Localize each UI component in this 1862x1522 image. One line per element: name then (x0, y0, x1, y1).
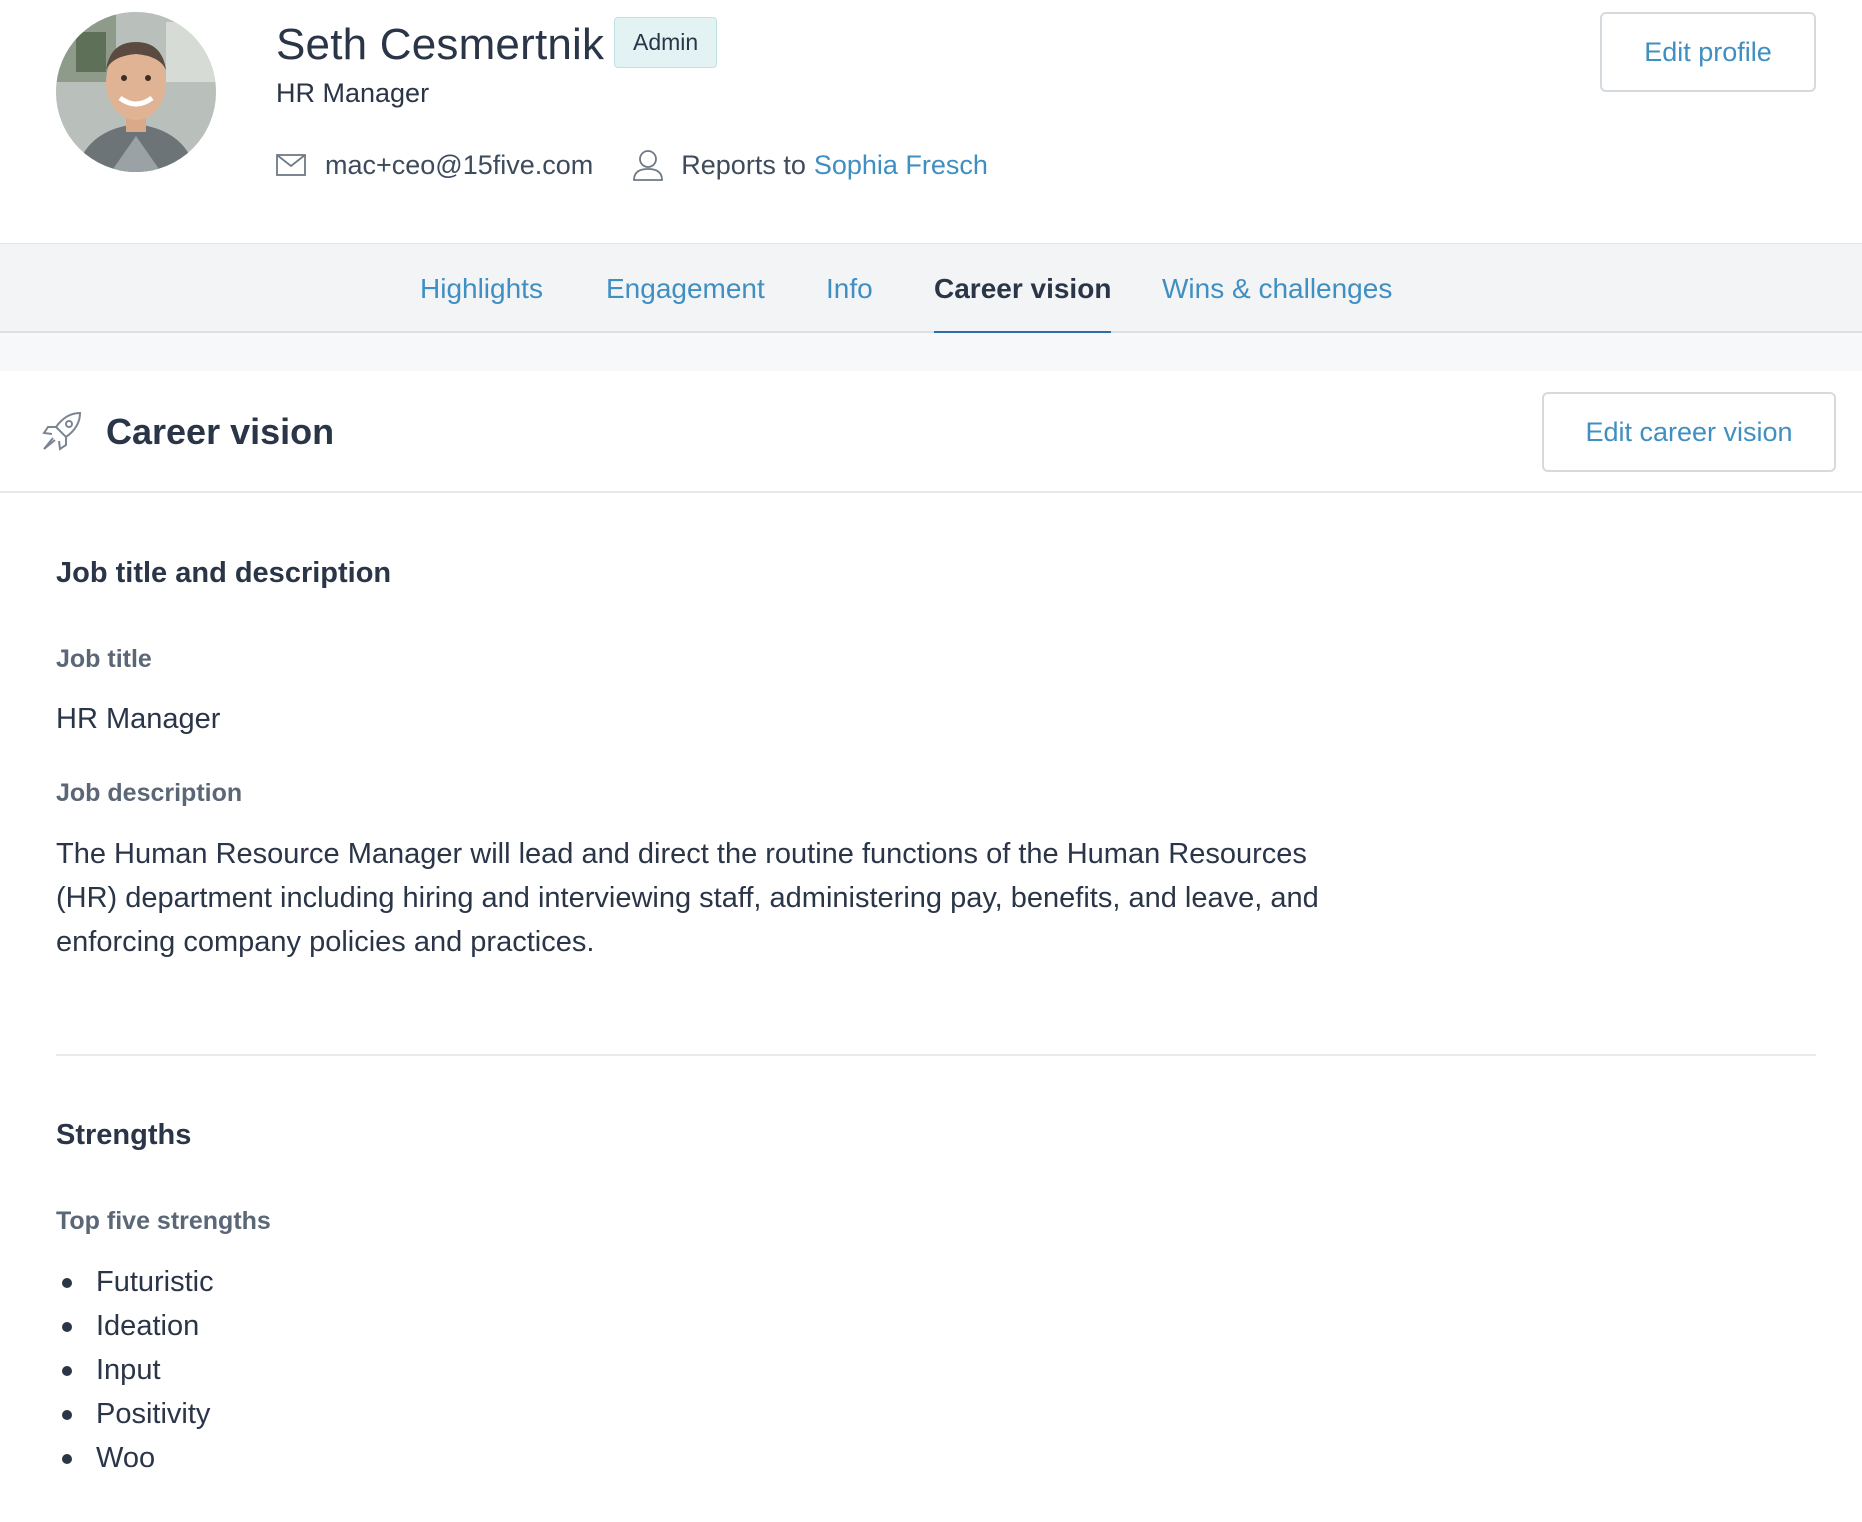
tab-engagement[interactable]: Engagement (606, 244, 765, 333)
person-icon (633, 149, 664, 181)
tab-highlights[interactable]: Highlights (420, 244, 543, 333)
mail-icon (276, 154, 306, 176)
strength-item: Positivity (56, 1392, 214, 1436)
edit-profile-button[interactable]: Edit profile (1600, 12, 1816, 92)
manager-link[interactable]: Sophia Fresch (814, 150, 988, 181)
profile-header: Seth Cesmertnik Admin HR Manager mac+ceo… (0, 0, 1862, 243)
strengths-label: Top five strengths (56, 1207, 271, 1235)
strength-item: Futuristic (56, 1260, 214, 1304)
section-title: Career vision (106, 411, 335, 452)
reports-to-label: Reports to (681, 149, 806, 180)
profile-name: Seth Cesmertnik (276, 20, 605, 69)
job-description-label: Job description (56, 779, 243, 807)
edit-career-vision-button[interactable]: Edit career vision (1542, 392, 1836, 472)
strength-item: Input (56, 1348, 214, 1392)
email-text[interactable]: mac+ceo@15five.com (325, 150, 593, 181)
section-spacer (0, 333, 1862, 371)
contact-row: mac+ceo@15five.com Reports to Sophia Fre… (276, 145, 988, 185)
tab-career-vision[interactable]: Career vision (934, 244, 1112, 335)
avatar-photo (56, 12, 216, 172)
strengths-list: Futuristic Ideation Input Positivity Woo (56, 1260, 214, 1480)
job-title-value: HR Manager (56, 703, 221, 735)
strength-item: Woo (56, 1436, 214, 1480)
strength-item: Ideation (56, 1304, 214, 1348)
admin-badge: Admin (614, 17, 718, 68)
profile-tabs: Highlights Engagement Info Career vision… (0, 243, 1862, 335)
job-description-value: The Human Resource Manager will lead and… (56, 838, 1319, 958)
career-vision-header: Career vision Edit career vision (0, 371, 1862, 493)
strengths-heading: Strengths (56, 1119, 192, 1151)
avatar[interactable] (56, 12, 216, 172)
rocket-icon (40, 409, 84, 453)
tab-info[interactable]: Info (826, 244, 873, 333)
profile-role: HR Manager (276, 78, 430, 108)
section-divider (56, 1054, 1816, 1056)
job-title-label: Job title (56, 645, 152, 673)
job-heading: Job title and description (56, 557, 392, 589)
tab-wins-challenges[interactable]: Wins & challenges (1162, 244, 1392, 333)
